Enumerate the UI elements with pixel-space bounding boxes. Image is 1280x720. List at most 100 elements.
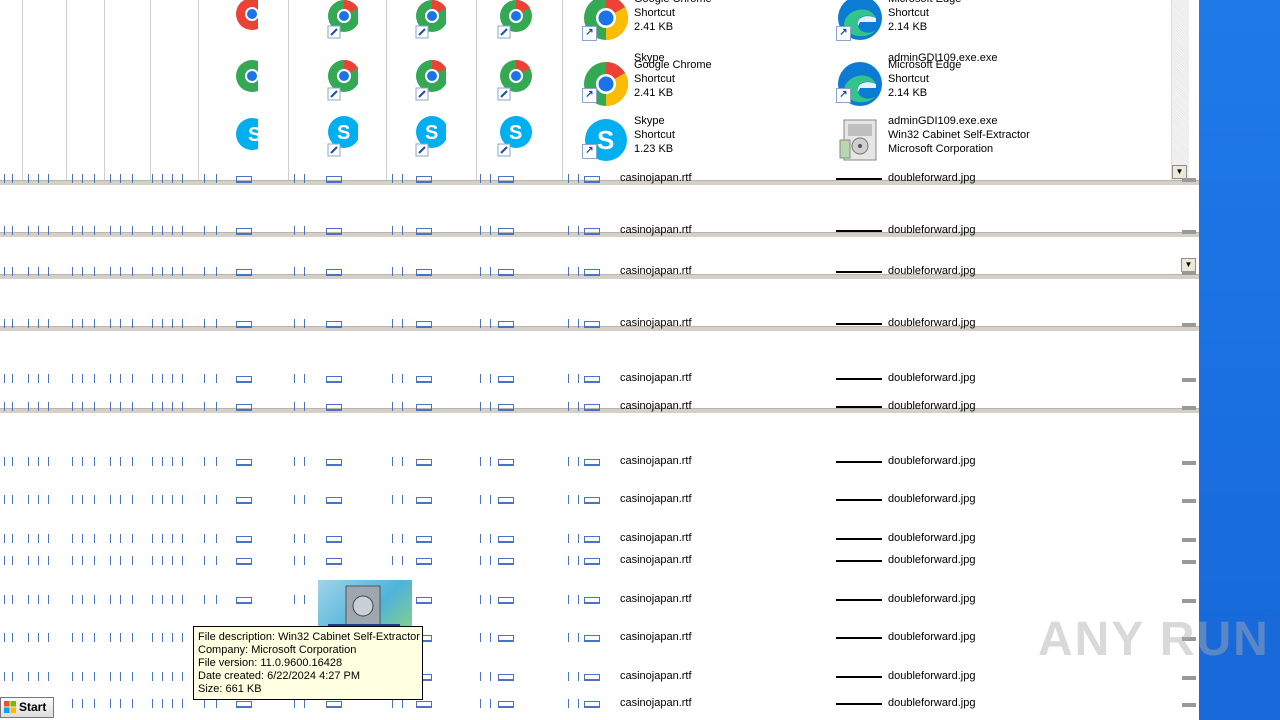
row-fragment (304, 495, 305, 504)
row-fragment (120, 402, 121, 411)
file-tile-admin-exe[interactable]: adminGDI109.exe.exe Win32 Cabinet Self-E… (836, 114, 1076, 170)
row-fragment (304, 556, 305, 565)
chrome-icon (327, 59, 358, 101)
row-fragment (152, 595, 153, 604)
start-button[interactable]: Start (0, 697, 54, 718)
row-fragment (48, 633, 49, 642)
file-list-pane[interactable]: S S S S ↗ Google Chrome Shortcut 2.41 KB (0, 0, 1199, 180)
row-fragment (402, 226, 403, 235)
file-row[interactable]: casinojapan.rtf doubleforward.jpg (0, 265, 1199, 279)
row-fragment (294, 699, 295, 708)
row-fragment (490, 374, 491, 383)
document-icon (416, 536, 432, 543)
file-name-doubleforward: doubleforward.jpg (888, 172, 976, 184)
row-fragment (82, 633, 83, 642)
file-tile-edge[interactable]: ↗ Microsoft Edge Shortcut 2.14 KB (836, 58, 1076, 114)
row-fragment (162, 226, 163, 235)
row-fragment (110, 699, 111, 708)
row-fragment (72, 534, 73, 543)
vertical-scrollbar[interactable]: ▼ (1171, 0, 1189, 180)
image-thumbnail-strip (836, 378, 882, 380)
file-row[interactable]: casinojapan.rtf doubleforward.jpg (0, 455, 1199, 469)
file-tile-edge[interactable]: ↗ Microsoft Edge Shortcut 2.14 KB (836, 0, 1076, 48)
row-fragment (110, 534, 111, 543)
shortcut-arrow-icon: ↗ (582, 26, 597, 41)
row-fragment (132, 633, 133, 642)
file-row[interactable]: casinojapan.rtf doubleforward.jpg (0, 631, 1199, 645)
document-icon (416, 269, 432, 276)
row-fragment (402, 319, 403, 328)
file-row[interactable]: casinojapan.rtf doubleforward.jpg (0, 224, 1199, 238)
row-fragment (4, 495, 5, 504)
row-fragment (38, 633, 39, 642)
row-fragment (216, 374, 217, 383)
file-row[interactable]: casinojapan.rtf doubleforward.jpg (0, 697, 1199, 711)
row-fragment (82, 534, 83, 543)
row-fragment (172, 495, 173, 504)
row-fragment (94, 374, 95, 383)
file-tile-chrome[interactable]: ↗ Google Chrome Shortcut 2.41 KB (582, 0, 822, 48)
file-row[interactable]: casinojapan.rtf doubleforward.jpg (0, 554, 1199, 568)
row-fragment (182, 699, 183, 708)
file-tile-skype[interactable]: S ↗ Skype Shortcut 1.23 KB (582, 114, 822, 170)
document-icon (498, 321, 514, 328)
row-fragment (568, 457, 569, 466)
row-fragment (480, 174, 481, 183)
row-fragment (162, 374, 163, 383)
file-row[interactable]: casinojapan.rtf doubleforward.jpg (0, 172, 1199, 186)
row-fragment (110, 633, 111, 642)
skype-icon: S (497, 116, 532, 157)
row-fragment (38, 672, 39, 681)
file-row[interactable]: casinojapan.rtf doubleforward.jpg (0, 317, 1199, 331)
skype-icon: S (327, 116, 358, 157)
row-fragment (162, 495, 163, 504)
row-fragment (72, 556, 73, 565)
row-fragment (94, 672, 95, 681)
scrollbar-fragment (1182, 676, 1196, 680)
row-fragment (216, 457, 217, 466)
row-fragment (152, 672, 153, 681)
document-icon (584, 536, 600, 543)
scrollbar-fragment (1182, 178, 1196, 182)
row-fragment (392, 374, 393, 383)
row-fragment (132, 699, 133, 708)
document-icon (416, 176, 432, 183)
row-fragment (28, 595, 29, 604)
file-name-doubleforward: doubleforward.jpg (888, 493, 976, 505)
row-fragment (392, 174, 393, 183)
row-fragment (132, 174, 133, 183)
row-fragment (204, 457, 205, 466)
row-fragment (216, 319, 217, 328)
row-fragment (110, 226, 111, 235)
row-fragment (12, 534, 13, 543)
row-fragment (402, 534, 403, 543)
row-fragment (172, 457, 173, 466)
file-row[interactable]: casinojapan.rtf doubleforward.jpg (0, 532, 1199, 546)
row-fragment (182, 534, 183, 543)
row-fragment (110, 595, 111, 604)
column-separator (66, 0, 67, 180)
file-row[interactable]: casinojapan.rtf doubleforward.jpg (0, 593, 1199, 607)
row-fragment (204, 174, 205, 183)
scrollbar-fragment (1182, 323, 1196, 327)
chrome-icon (415, 0, 446, 39)
row-fragment (204, 699, 205, 708)
row-fragment (28, 267, 29, 276)
row-fragment (12, 174, 13, 183)
file-tile-chrome[interactable]: ↗ Google Chrome Shortcut 2.41 KB (582, 58, 822, 114)
row-fragment (490, 402, 491, 411)
file-row[interactable]: casinojapan.rtf doubleforward.jpg (0, 493, 1199, 507)
file-row[interactable]: casinojapan.rtf doubleforward.jpg (0, 400, 1199, 414)
row-fragment (38, 267, 39, 276)
file-row[interactable]: casinojapan.rtf doubleforward.jpg (0, 372, 1199, 386)
scrollbar-fragment (1182, 560, 1196, 564)
row-fragment (94, 174, 95, 183)
document-icon (584, 176, 600, 183)
file-row[interactable]: casinojapan.rtf doubleforward.jpg (0, 670, 1199, 684)
image-thumbnail-strip (836, 637, 882, 639)
file-type: Shortcut (634, 129, 675, 141)
row-fragment (402, 402, 403, 411)
row-fragment (110, 319, 111, 328)
row-fragment (4, 534, 5, 543)
row-fragment (38, 374, 39, 383)
